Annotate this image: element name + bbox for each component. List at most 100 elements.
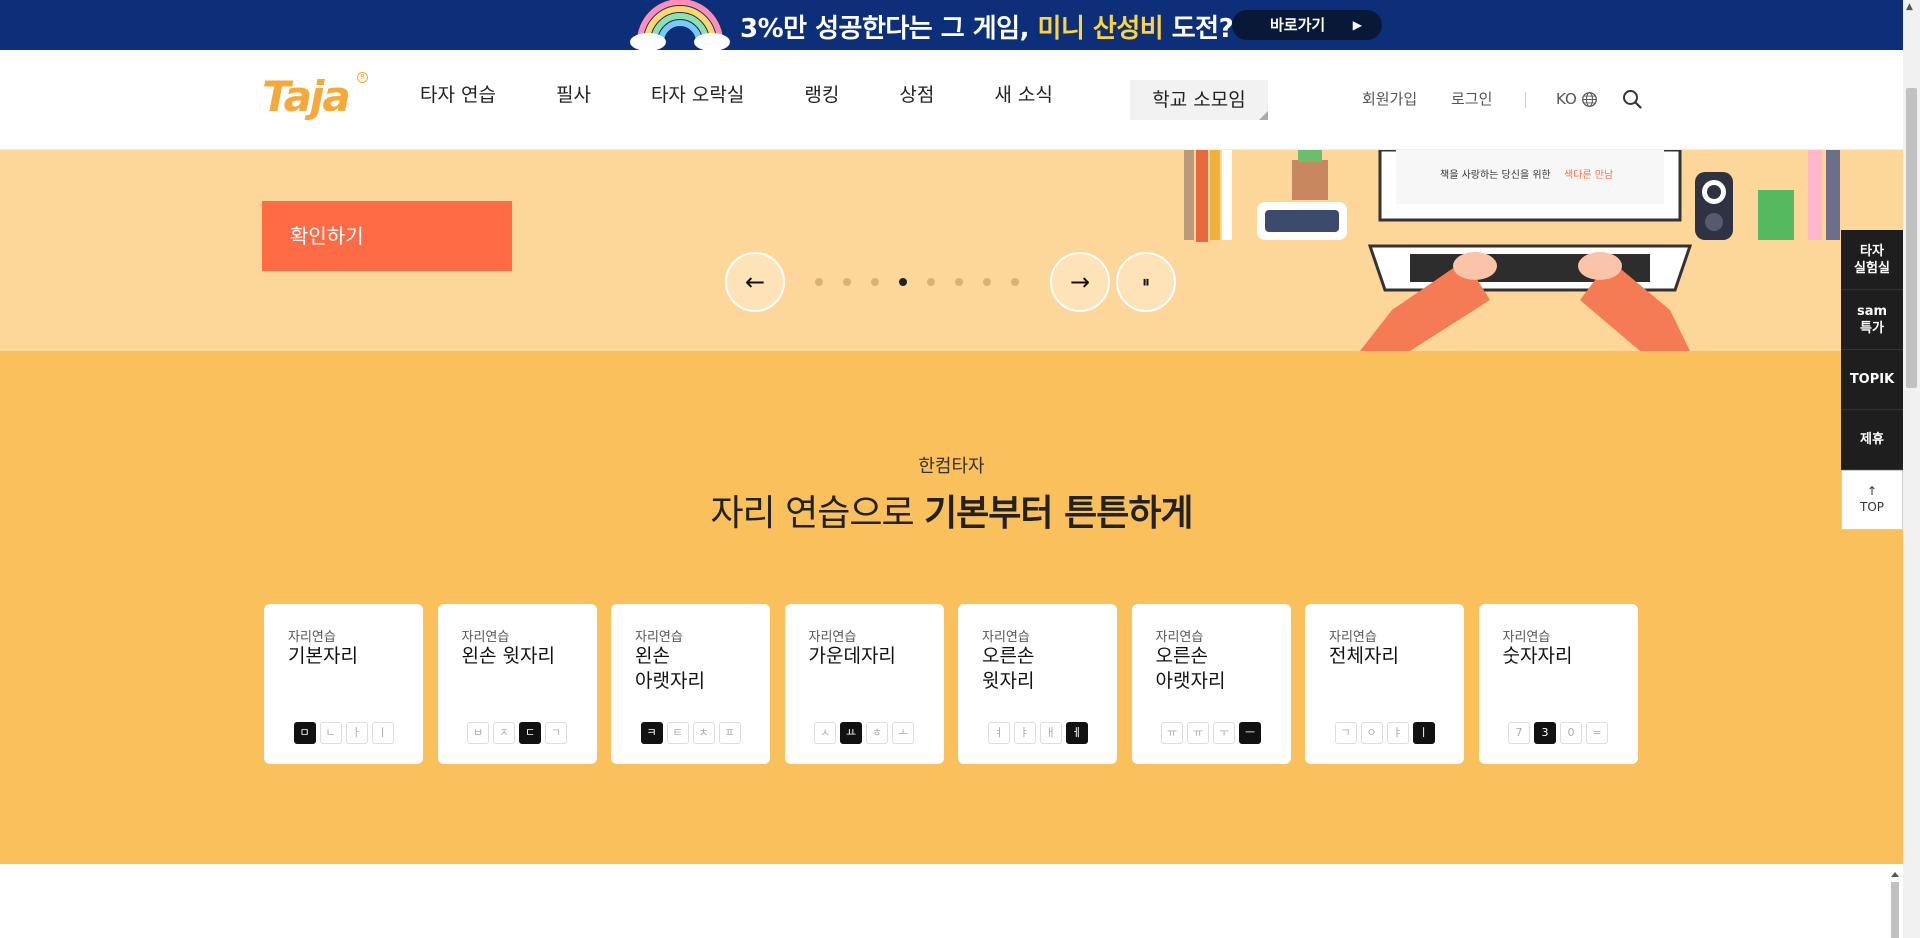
scroll-up-arrow-icon[interactable]: ▲ [1906,2,1913,12]
play-arrow-icon: ▶ [1352,18,1362,32]
nav-news[interactable]: 새 소식 [994,80,1052,107]
key-cap: ㅂ [467,722,489,744]
slider-next-button[interactable]: → [1050,252,1110,312]
side-quick-menu: 타자 실험실 sam 특가 TOPIK 제휴 ↑ TOP [1841,230,1903,530]
section-eyebrow: 한컴타자 [918,456,985,477]
key-cap: ㅎ [866,722,888,744]
key-cap: ㄴ [319,722,342,744]
arrow-left-icon: ← [744,268,766,296]
slider-pagination [815,278,1039,286]
scroll-top-button[interactable]: ↑ TOP [1841,470,1903,530]
position-practice-section: 한컴타자 자리 연습으로 기본부터 튼튼하게 자리연습 기본자리 ㅁ ㄴ ㅏ ㅣ… [0,351,1903,864]
art-tagline-highlight: 색다른 만남 [1564,169,1613,181]
arrow-right-icon: → [1069,268,1091,296]
side-typing-lab[interactable]: 타자 실험실 [1841,230,1903,290]
key-cap: ㅣ [371,722,394,744]
side-partnership[interactable]: 제휴 [1841,410,1903,470]
top-promo-banner[interactable]: 3%만 성공한다는 그 게임, 미니 산성비 도전? 바로가기 ▶ [0,0,1903,50]
key-cap: ㅠ [1161,722,1183,744]
key-cap: ㅣ [1412,722,1435,744]
key-cap: ㅡ [1239,722,1261,744]
key-cap: ㅈ [493,722,515,744]
site-header: Taja R 타자 연습 필사 타자 오락실 랭킹 상점 새 소식 학교 소모임… [0,50,1903,150]
key-cap: ㄷ [519,722,541,744]
inner-scrollbar[interactable] [1888,870,1902,938]
nav-ranking[interactable]: 랭킹 [804,80,839,107]
card-title: 숫자자리 [1502,645,1573,667]
key-hints: ㅅ ㅛ ㅎ ㅗ [785,722,944,744]
slider-pause-button[interactable]: ⏸ [1116,252,1176,312]
card-kicker: 자리연습 [635,630,683,645]
language-selector[interactable]: KO [1556,90,1598,108]
practice-card-right-upper[interactable]: 자리연습 오른손 윗자리 ㅕ ㅑ ㅐ ㅔ [958,604,1117,764]
banner-headline: 3%만 성공한다는 그 게임, 미니 산성비 도전? [740,14,1234,44]
card-title: 전체자리 [1329,645,1399,667]
nav-shop[interactable]: 상점 [899,80,934,107]
card-kicker: 자리연습 [1502,630,1551,645]
confirm-button[interactable]: 확인하기 [262,201,512,271]
slide-dot[interactable] [815,278,823,286]
card-kicker: 자리연습 [982,630,1030,645]
side-sam-deal[interactable]: sam 특가 [1841,290,1903,350]
next-section [0,864,1903,938]
slide-dot-active[interactable] [899,278,907,286]
slide-dot[interactable] [955,278,963,286]
side-topik[interactable]: TOPIK [1841,350,1903,410]
nav-typing-practice[interactable]: 타자 연습 [420,80,496,107]
key-cap: ㅕ [987,722,1010,744]
key-cap: ㄱ [1334,722,1357,744]
practice-card-basic[interactable]: 자리연습 기본자리 ㅁ ㄴ ㅏ ㅣ [264,604,423,764]
taja-logo[interactable]: Taja R [262,72,368,124]
slide-dot[interactable] [927,278,935,286]
key-hints: ㅂ ㅈ ㄷ ㄱ [438,722,597,744]
login-link[interactable]: 로그인 [1451,88,1492,109]
section-headline: 자리 연습으로 기본부터 튼튼하게 [710,493,1193,534]
card-kicker: 자리연습 [1155,630,1204,645]
card-title: 오른손 윗자리 [982,645,1035,692]
nav-school-group[interactable]: 학교 소모임 [1130,80,1268,120]
practice-card-all[interactable]: 자리연습 전체자리 ㄱ ㅇ ㅑ ㅣ [1305,604,1464,764]
nav-transcription[interactable]: 필사 [556,80,591,107]
key-cap: ㅌ [666,722,689,744]
card-kicker: 자리연습 [288,630,336,645]
arrow-up-icon: ↑ [1866,484,1878,498]
banner-go-button[interactable]: 바로가기 ▶ [1232,10,1382,40]
slide-dot[interactable] [843,278,851,286]
search-icon[interactable] [1622,89,1642,109]
card-title: 기본자리 [288,645,358,667]
globe-icon [1581,91,1597,107]
key-hints: ㅠ ㅠ ㅜ ㅡ [1132,722,1291,744]
key-cap: ㅁ [293,722,316,744]
practice-card-middle[interactable]: 자리연습 가운데자리 ㅅ ㅛ ㅎ ㅗ [784,604,944,764]
key-cap: 7 [1508,722,1530,744]
slide-dot[interactable] [871,278,879,286]
key-cap: ㅇ [1360,722,1383,744]
card-kicker: 자리연습 [461,630,510,645]
rainbow-cloud-icon [630,0,730,50]
key-cap: ㅐ [1039,722,1062,744]
practice-card-left-upper[interactable]: 자리연습 왼손 윗자리 ㅂ ㅈ ㄷ ㄱ [437,604,597,764]
hero-slider: 확인하기 ← → ⏸ 책을 사랑하는 당신을 위한 색다른 만남 [0,150,1903,351]
key-cap: ㅋ [640,722,663,744]
slide-dot[interactable] [983,278,991,286]
pause-icon: ⏸ [1141,272,1150,291]
key-hints: ㅕ ㅑ ㅐ ㅔ [958,722,1117,744]
slide-dot[interactable] [1011,278,1019,286]
signup-link[interactable]: 회원가입 [1362,88,1417,109]
scrollbar-thumb[interactable] [1906,88,1917,388]
key-hints: ㅋ ㅌ ㅊ ㅍ [611,722,770,744]
practice-card-left-lower[interactable]: 자리연습 왼손 아랫자리 ㅋ ㅌ ㅊ ㅍ [611,604,770,764]
key-cap: ㅍ [718,722,741,744]
key-cap: ㅑ [1013,722,1036,744]
practice-card-right-lower[interactable]: 자리연습 오른손 아랫자리 ㅠ ㅠ ㅜ ㅡ [1131,604,1291,764]
card-kicker: 자리연습 [808,630,857,645]
card-title: 가운데자리 [808,645,896,667]
key-hints: ㅁ ㄴ ㅏ ㅣ [264,722,423,744]
slider-prev-button[interactable]: ← [725,252,785,312]
nav-typing-arcade[interactable]: 타자 오락실 [651,80,744,107]
key-cap: ㄱ [545,722,567,744]
practice-card-numbers[interactable]: 자리연습 숫자자리 7 3 0 = [1478,604,1638,764]
key-cap: ㅑ [1386,722,1409,744]
key-cap: 3 [1534,722,1556,744]
art-tagline: 책을 사랑하는 당신을 위한 [1440,168,1551,181]
